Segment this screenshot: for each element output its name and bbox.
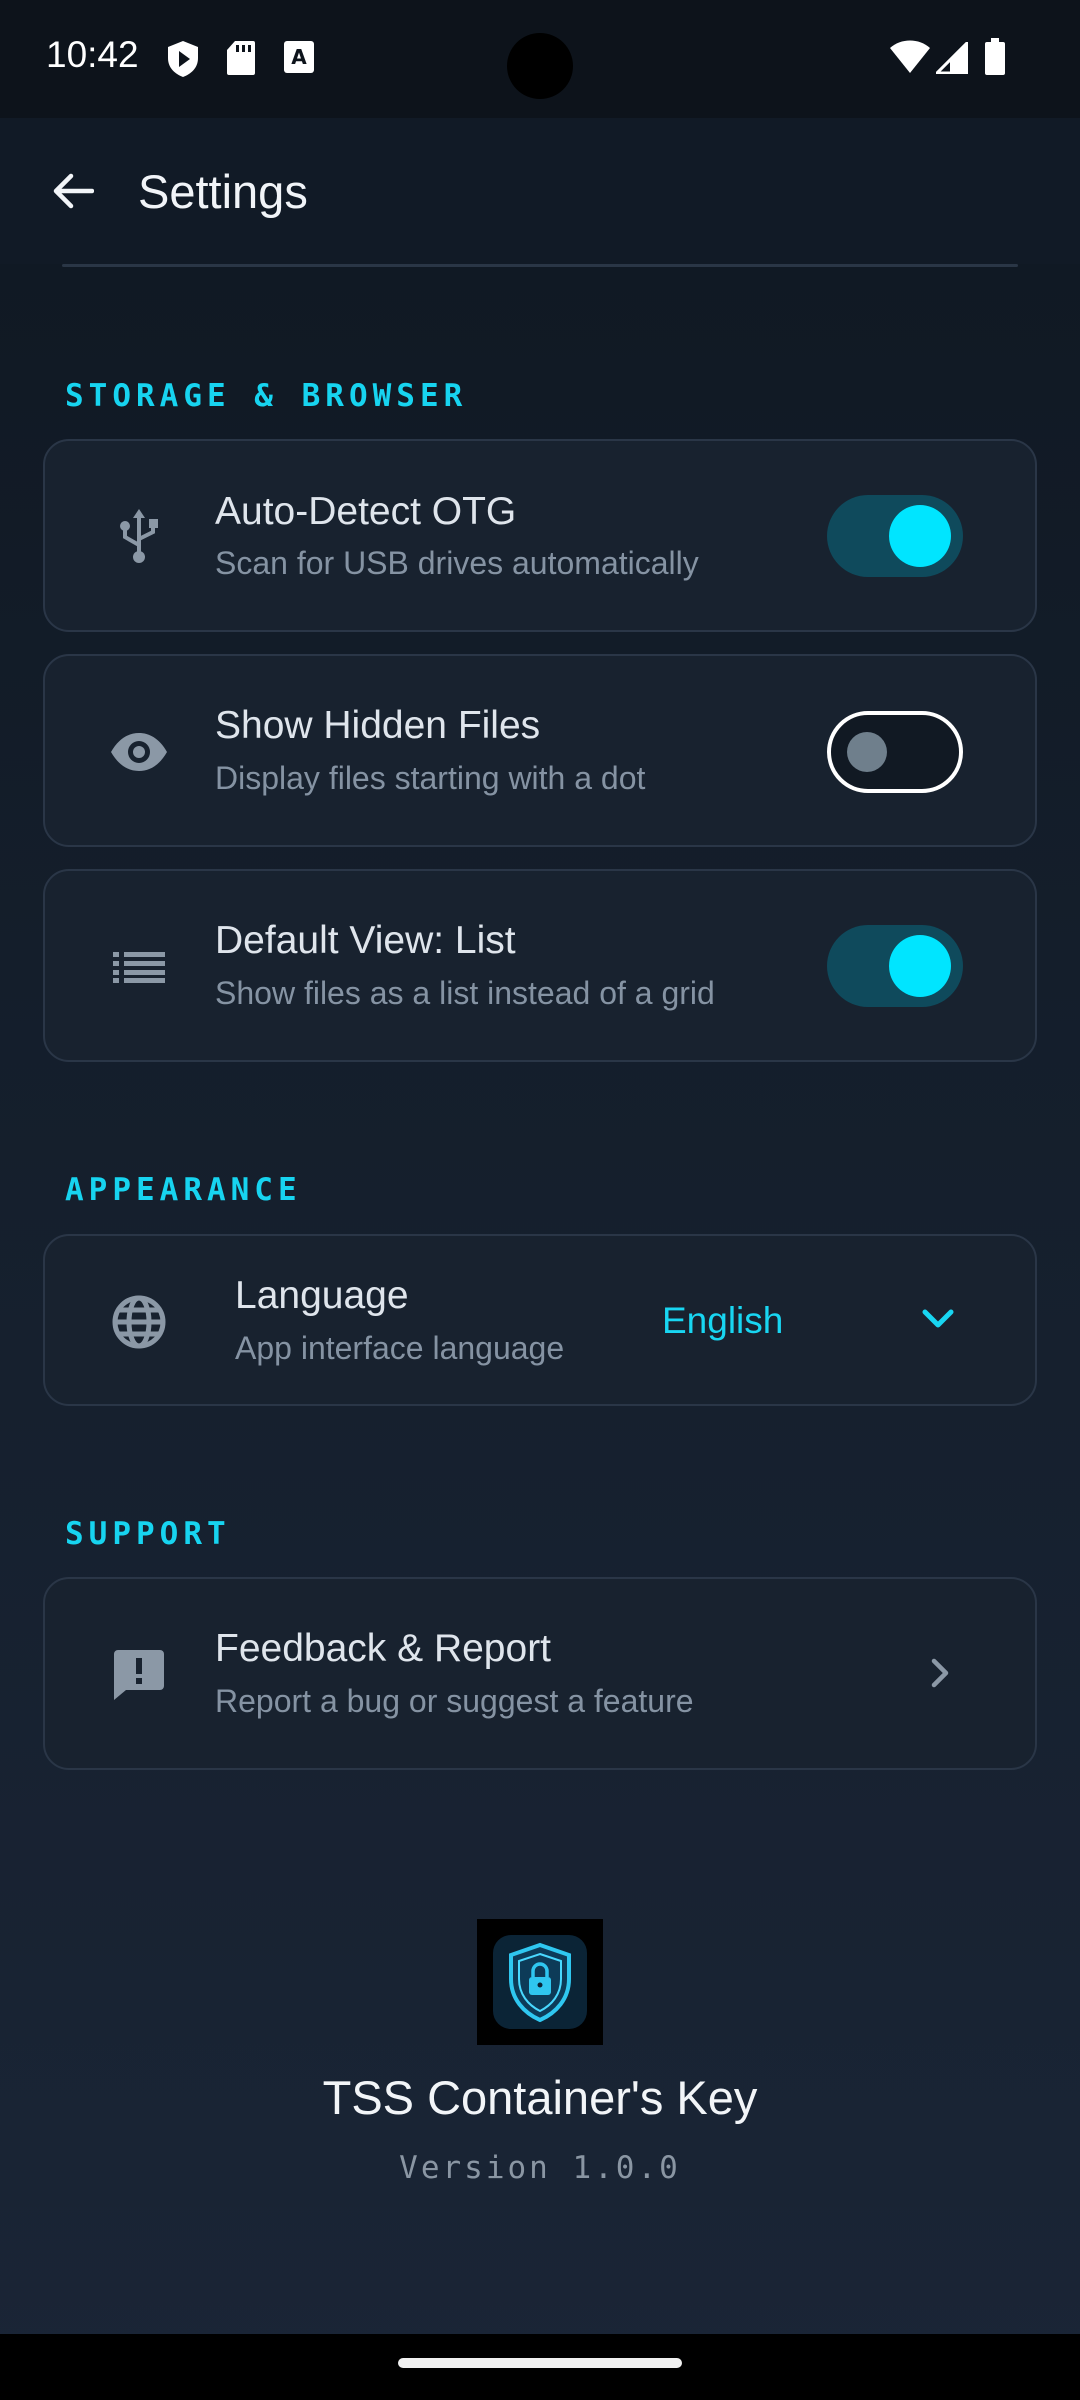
setting-language[interactable]: Language App interface language English [43,1234,1037,1406]
sd-card-icon [226,40,256,81]
home-gesture-handle[interactable] [398,2358,682,2368]
camera-cutout [507,33,573,99]
signal-icon [933,39,969,79]
section-header-support: SUPPORT [65,1516,231,1552]
otg-toggle[interactable] [827,495,963,577]
setting-auto-detect-otg[interactable]: Auto-Detect OTG Scan for USB drives auto… [43,439,1037,632]
scroll-divider [62,264,1018,267]
svg-text:A: A [291,45,307,69]
back-button[interactable] [40,158,106,224]
usb-icon [93,490,185,582]
chevron-right-icon [930,1657,950,1694]
arrow-back-icon [53,173,94,209]
setting-title: Show Hidden Files [215,704,541,747]
setting-default-view-list[interactable]: Default View: List Show files as a list … [43,869,1037,1062]
globe-icon [93,1276,185,1368]
page-title: Settings [138,165,308,218]
eye-icon [93,706,185,798]
section-header-appearance: APPEARANCE [65,1172,302,1208]
toggle-knob [889,935,951,997]
setting-subtitle: Report a bug or suggest a feature [215,1683,694,1719]
app-name: TSS Container's Key [322,2071,758,2124]
feedback-icon [93,1629,185,1721]
setting-title: Default View: List [215,919,516,962]
setting-subtitle: App interface language [235,1330,565,1366]
setting-feedback-report[interactable]: Feedback & Report Report a bug or sugges… [43,1577,1037,1770]
hidden-files-toggle[interactable] [827,711,963,793]
toggle-knob [847,732,887,772]
status-time: 10:42 [46,34,139,75]
list-view-toggle[interactable] [827,925,963,1007]
setting-show-hidden-files[interactable]: Show Hidden Files Display files starting… [43,654,1037,847]
section-header-storage: STORAGE & BROWSER [65,378,468,414]
setting-subtitle: Show files as a list instead of a grid [215,975,715,1011]
setting-subtitle: Scan for USB drives automatically [215,545,699,581]
wifi-icon [890,40,930,79]
app-logo [477,1919,603,2045]
list-icon [93,921,185,1013]
chevron-down-icon[interactable] [921,1308,955,1335]
setting-subtitle: Display files starting with a dot [215,760,646,796]
status-bar: 10:42 A [0,0,1080,118]
navigation-bar [0,2334,1080,2400]
language-dropdown[interactable]: English [662,1300,783,1342]
battery-icon [984,38,1006,81]
setting-title: Feedback & Report [215,1627,552,1670]
keyboard-a-icon: A [283,40,315,79]
top-app-bar: Settings [0,118,1080,264]
toggle-knob [889,505,951,567]
setting-title: Language [235,1274,409,1317]
setting-title: Auto-Detect OTG [215,490,517,533]
shield-play-icon [166,40,200,83]
app-version: Version 1.0.0 [399,2150,681,2186]
